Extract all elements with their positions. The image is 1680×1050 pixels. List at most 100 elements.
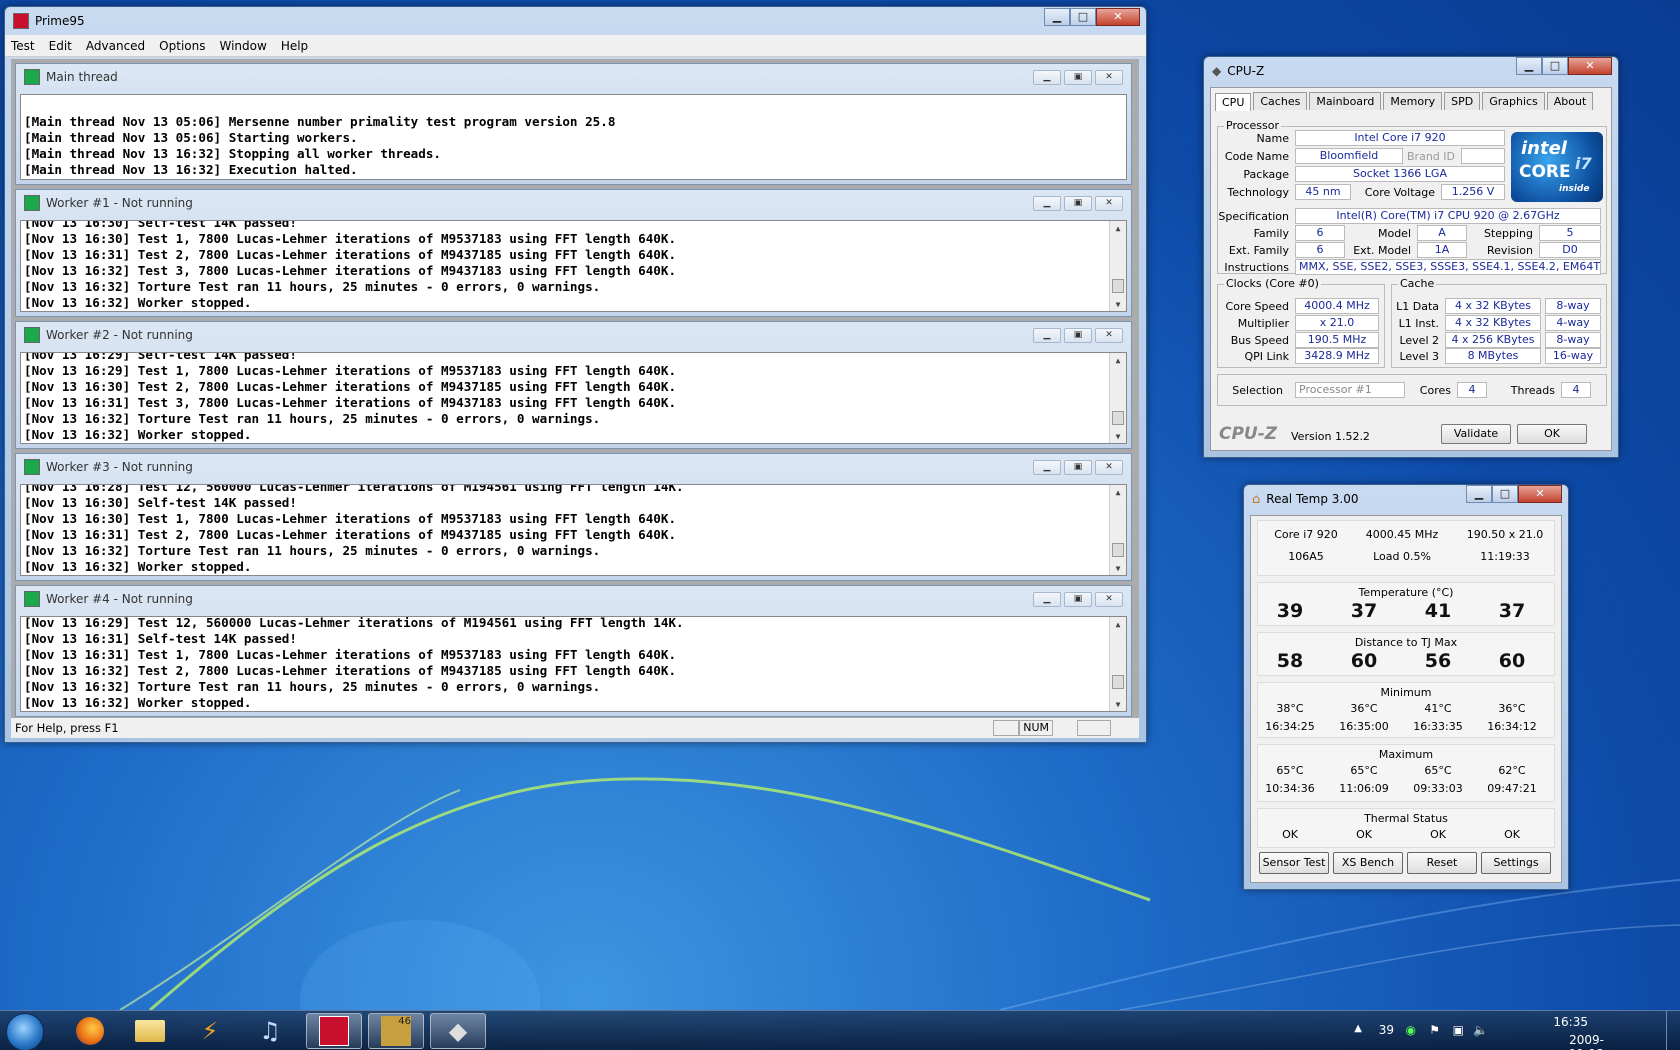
worker-4-titlebar[interactable]: Worker #4 - Not running ▁ ▣ ✕ (16, 586, 1131, 612)
realtemp-taskbar-button[interactable]: 46 (368, 1013, 424, 1049)
maximize-button[interactable]: □ (1070, 8, 1096, 26)
close-button[interactable]: ✕ (1568, 57, 1612, 75)
mdi-minimize-button[interactable]: ▁ (1033, 328, 1061, 343)
mdi-restore-button[interactable]: ▣ (1064, 196, 1092, 211)
worker-icon (24, 327, 40, 343)
close-button[interactable]: ✕ (1518, 485, 1562, 503)
max-temp: 65°C (1424, 764, 1452, 777)
cache-way: 4-way (1545, 315, 1601, 331)
cpuid: 106A5 (1288, 550, 1324, 563)
vertical-scrollbar[interactable]: ▲ ▼ (1109, 617, 1126, 711)
mdi-minimize-button[interactable]: ▁ (1033, 460, 1061, 475)
mdi-restore-button[interactable]: ▣ (1064, 328, 1092, 343)
minimize-button[interactable]: ▁ (1466, 485, 1492, 503)
thermometer-icon: 46 (381, 1016, 411, 1046)
tab-strip: CPU Caches Mainboard Memory SPD Graphics… (1211, 88, 1611, 111)
tab-mainboard[interactable]: Mainboard (1309, 92, 1382, 110)
ok-button[interactable]: OK (1517, 424, 1587, 444)
minimize-button[interactable]: ▁ (1516, 57, 1542, 75)
log-line: [Nov 13 16:32] Torture Test ran 11 hours… (24, 411, 601, 426)
mdi-title: Worker #1 - Not running (46, 196, 193, 210)
show-desktop-button[interactable] (1666, 1011, 1680, 1050)
mdi-minimize-button[interactable]: ▁ (1033, 196, 1061, 211)
realtemp-titlebar[interactable]: ⌂ Real Temp 3.00 ▁ □ ✕ (1244, 485, 1568, 513)
core-distance: 60 (1498, 650, 1526, 672)
clock-date[interactable]: 2009-11-13 (1569, 1033, 1604, 1050)
itunes-taskbar-button[interactable]: ♫ (242, 1013, 298, 1049)
version-label: Version 1.52.2 (1291, 430, 1370, 443)
minimize-button[interactable]: ▁ (1044, 8, 1070, 26)
temperature-label: Temperature (°C) (1358, 586, 1454, 599)
log-line: [Nov 13 16:32] Test 3, 7800 Lucas-Lehmer… (24, 263, 677, 278)
menu-advanced[interactable]: Advanced (86, 39, 145, 53)
vertical-scrollbar[interactable]: ▲ ▼ (1109, 221, 1126, 311)
vertical-scrollbar[interactable]: ▲ ▼ (1109, 353, 1126, 443)
tab-spd[interactable]: SPD (1444, 92, 1481, 110)
maximize-button[interactable]: □ (1492, 485, 1518, 503)
clock-time[interactable]: 16:35 (1553, 1015, 1588, 1029)
validate-button[interactable]: Validate (1441, 424, 1511, 444)
menu-help[interactable]: Help (281, 39, 308, 53)
menu-test[interactable]: Test (11, 39, 35, 53)
cache-way: 16-way (1545, 348, 1601, 364)
mdi-close-button[interactable]: ✕ (1095, 328, 1123, 343)
prime95-taskbar-button[interactable] (306, 1013, 362, 1049)
start-button[interactable] (6, 1013, 44, 1050)
network-icon[interactable]: ▣ (1453, 1023, 1464, 1037)
cpuz-taskbar-button[interactable]: ◆ (430, 1013, 486, 1049)
tab-about[interactable]: About (1546, 92, 1594, 110)
mdi-close-button[interactable]: ✕ (1095, 460, 1123, 475)
mdi-close-button[interactable]: ✕ (1095, 196, 1123, 211)
revision-label: Revision (1487, 244, 1533, 257)
show-hidden-icons[interactable]: ▲ (1354, 1023, 1362, 1034)
volume-icon[interactable]: 🔈 (1473, 1023, 1488, 1037)
settings-button[interactable]: Settings (1481, 852, 1551, 874)
tab-graphics[interactable]: Graphics (1482, 92, 1545, 110)
menu-options[interactable]: Options (159, 39, 205, 53)
mdi-close-button[interactable]: ✕ (1095, 592, 1123, 607)
main-thread-titlebar[interactable]: Main thread ▁ ▣ ✕ (16, 64, 1131, 90)
worker-3-log[interactable]: [Nov 13 16:28] Test 12, 560000 Lucas-Leh… (20, 484, 1127, 576)
tab-cpu[interactable]: CPU (1215, 93, 1252, 111)
flag-icon[interactable]: ⚑ (1429, 1023, 1440, 1037)
max-time: 10:34:36 (1265, 782, 1315, 795)
mdi-restore-button[interactable]: ▣ (1064, 592, 1092, 607)
explorer-taskbar-button[interactable] (122, 1013, 178, 1049)
mdi-minimize-button[interactable]: ▁ (1033, 70, 1061, 85)
worker-1-log[interactable]: [Nov 13 16:30] Self-test 14K passed! [No… (20, 220, 1127, 312)
vertical-scrollbar[interactable]: ▲ ▼ (1109, 485, 1126, 575)
tray-green-icon[interactable]: ◉ (1406, 1023, 1416, 1037)
firefox-taskbar-button[interactable] (62, 1013, 118, 1049)
menu-window[interactable]: Window (219, 39, 266, 53)
busspeed-value: 190.5 MHz (1295, 332, 1379, 348)
spec-value: Intel(R) Core(TM) i7 CPU 920 @ 2.67GHz (1295, 208, 1601, 224)
mdi-restore-button[interactable]: ▣ (1064, 460, 1092, 475)
worker-2-log[interactable]: [Nov 13 16:29] Self-test 14K passed! [No… (20, 352, 1127, 444)
mdi-title: Worker #2 - Not running (46, 328, 193, 342)
worker-icon (24, 69, 40, 85)
mdi-close-button[interactable]: ✕ (1095, 70, 1123, 85)
worker-4-log[interactable]: [Nov 13 16:29] Test 12, 560000 Lucas-Leh… (20, 616, 1127, 712)
sensor-test-button[interactable]: Sensor Test (1259, 852, 1329, 874)
close-button[interactable]: ✕ (1096, 8, 1140, 26)
worker-1-titlebar[interactable]: Worker #1 - Not running ▁ ▣ ✕ (16, 190, 1131, 216)
xs-bench-button[interactable]: XS Bench (1333, 852, 1403, 874)
log-line: [Nov 13 16:32] Torture Test ran 11 hours… (24, 543, 601, 558)
mdi-minimize-button[interactable]: ▁ (1033, 592, 1061, 607)
worker-3-titlebar[interactable]: Worker #3 - Not running ▁ ▣ ✕ (16, 454, 1131, 480)
tab-caches[interactable]: Caches (1253, 92, 1308, 110)
tab-memory[interactable]: Memory (1383, 92, 1443, 110)
reset-button[interactable]: Reset (1407, 852, 1477, 874)
menu-edit[interactable]: Edit (49, 39, 72, 53)
main-thread-log[interactable]: [Main thread Nov 13 05:06] Mersenne numb… (20, 94, 1127, 180)
revision-value: D0 (1539, 242, 1601, 258)
core-temp: 39 (1276, 600, 1304, 622)
mdi-restore-button[interactable]: ▣ (1064, 70, 1092, 85)
cpuz-titlebar[interactable]: ◆ CPU-Z ▁ □ ✕ (1204, 57, 1618, 85)
winamp-taskbar-button[interactable]: ⚡ (182, 1013, 238, 1049)
worker-2-titlebar[interactable]: Worker #2 - Not running ▁ ▣ ✕ (16, 322, 1131, 348)
maximize-button[interactable]: □ (1542, 57, 1568, 75)
prime95-titlebar[interactable]: Prime95 ▁ □ ✕ (5, 7, 1146, 35)
processor-select[interactable]: Processor #1 (1295, 382, 1405, 398)
tray-temperature[interactable]: 39 (1379, 1023, 1394, 1037)
